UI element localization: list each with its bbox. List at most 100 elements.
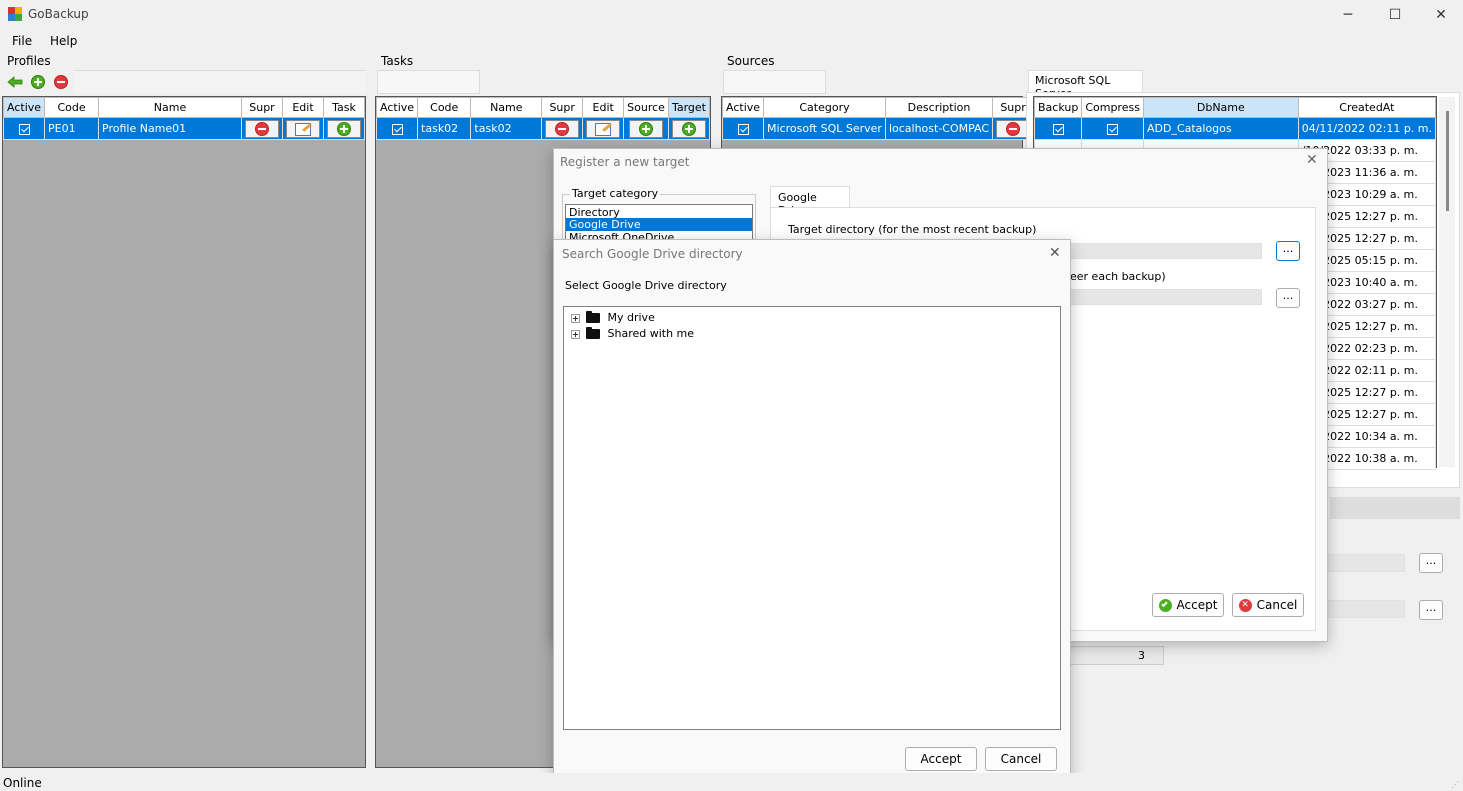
col-active[interactable]: Active bbox=[2, 97, 46, 118]
table-row[interactable]: ADD_Catalogos 04/11/2022 02:11 p. m. bbox=[1033, 117, 1437, 140]
close-button[interactable]: ✕ bbox=[1418, 0, 1463, 30]
col-name[interactable]: Name bbox=[98, 97, 242, 118]
node-label: Shared with me bbox=[607, 327, 695, 340]
task-code: task02 bbox=[417, 117, 472, 140]
add-task-button[interactable] bbox=[327, 119, 361, 138]
folder-icon bbox=[586, 311, 600, 323]
col-backup[interactable]: Backup bbox=[1033, 97, 1083, 118]
delete-button[interactable] bbox=[244, 119, 279, 138]
tree-node-my-drive[interactable]: My drive bbox=[571, 311, 655, 324]
delete-profile-icon[interactable] bbox=[54, 75, 68, 89]
lower-input-2[interactable] bbox=[1328, 600, 1405, 618]
cancel-label: Cancel bbox=[1256, 598, 1298, 612]
add-source-button[interactable] bbox=[629, 119, 664, 138]
lower-browse-button-2[interactable]: ... bbox=[1419, 600, 1443, 620]
target-dir-browse-button[interactable]: ... bbox=[1276, 241, 1300, 261]
minus-icon bbox=[1006, 121, 1021, 136]
window-title: GoBackup bbox=[28, 7, 89, 21]
db-scrollbar[interactable] bbox=[1439, 97, 1455, 467]
search-cancel-button[interactable]: Cancel bbox=[985, 747, 1057, 771]
list-item[interactable]: Google Drive bbox=[566, 218, 752, 231]
active-checkbox[interactable] bbox=[18, 123, 30, 135]
expand-icon[interactable] bbox=[571, 329, 580, 339]
menu-file[interactable]: File bbox=[12, 34, 32, 48]
edit-button[interactable] bbox=[586, 119, 621, 138]
list-item[interactable]: Directory bbox=[566, 205, 752, 219]
table-row[interactable]: task02 task02 bbox=[375, 117, 711, 140]
delete-button[interactable] bbox=[545, 119, 580, 138]
delete-button[interactable] bbox=[996, 119, 1031, 138]
target-dir-label: Target directory (for the most recent ba… bbox=[788, 223, 1037, 236]
active-checkbox[interactable] bbox=[737, 123, 749, 135]
drive-tree[interactable]: My drive Shared with me bbox=[563, 306, 1061, 730]
expand-icon[interactable] bbox=[571, 313, 580, 323]
col-supr[interactable]: Supr bbox=[240, 97, 283, 118]
maximize-button[interactable]: ☐ bbox=[1372, 0, 1418, 30]
check-icon bbox=[1158, 598, 1172, 612]
col-source[interactable]: Source bbox=[623, 97, 669, 118]
lower-tabstrip bbox=[1330, 497, 1460, 519]
target-category-label: Target category bbox=[570, 187, 661, 200]
add-profile-icon[interactable] bbox=[31, 75, 45, 89]
table-row[interactable]: Microsoft SQL Server localhost-COMPAC bbox=[721, 117, 1035, 140]
search-accept-button[interactable]: Accept bbox=[905, 747, 977, 771]
col-supr[interactable]: Supr bbox=[541, 97, 584, 118]
col-name[interactable]: Name bbox=[470, 97, 543, 118]
col-code[interactable]: Code bbox=[417, 97, 472, 118]
col-edit[interactable]: Edit bbox=[281, 97, 325, 118]
col-dbname[interactable]: DbName bbox=[1142, 97, 1299, 118]
col-createdat[interactable]: CreatedAt bbox=[1297, 97, 1437, 118]
col-code[interactable]: Code bbox=[44, 97, 100, 118]
status-text: Online bbox=[3, 776, 42, 790]
add-target-button[interactable] bbox=[671, 119, 706, 138]
tab-google-drive[interactable]: Google Drive bbox=[770, 186, 850, 217]
category-list[interactable]: Directory Google Drive Microsoft OneDriv… bbox=[565, 204, 753, 240]
profiles-grid: Active Code Name Supr Edit Task PE01 Pro… bbox=[2, 96, 366, 768]
register-accept-button[interactable]: Accept bbox=[1152, 593, 1224, 617]
col-task[interactable]: Task bbox=[323, 97, 365, 118]
plus-icon bbox=[681, 121, 696, 136]
backup-checkbox[interactable] bbox=[1052, 123, 1064, 135]
minimize-button[interactable]: ─ bbox=[1325, 0, 1371, 30]
col-active[interactable]: Active bbox=[721, 97, 765, 118]
col-description[interactable]: Description bbox=[884, 97, 994, 118]
tasks-label: Tasks bbox=[381, 54, 414, 68]
profiles-toolbar bbox=[74, 70, 366, 94]
retention-stepper[interactable]: 3 bbox=[1070, 646, 1164, 665]
edit-button[interactable] bbox=[285, 119, 320, 138]
lower-browse-button-1[interactable]: ... bbox=[1419, 553, 1443, 573]
edit-icon bbox=[294, 122, 311, 136]
secondary-dir-browse-button[interactable]: ... bbox=[1276, 288, 1300, 308]
table-row[interactable]: PE01 Profile Name01 bbox=[2, 117, 365, 140]
sources-label: Sources bbox=[727, 54, 775, 68]
col-category[interactable]: Category bbox=[763, 97, 886, 118]
tab-sql-server[interactable]: Microsoft SQL Server bbox=[1028, 70, 1143, 100]
register-close-button[interactable]: ✕ bbox=[1306, 152, 1318, 168]
back-arrow-icon[interactable] bbox=[6, 74, 24, 90]
register-cancel-button[interactable]: ✕ Cancel bbox=[1232, 593, 1304, 617]
secondary-dir-input[interactable] bbox=[1070, 289, 1262, 305]
active-checkbox[interactable] bbox=[391, 123, 403, 135]
tasks-tab[interactable] bbox=[377, 70, 480, 94]
sources-grid: Active Category Description Supr Microso… bbox=[721, 96, 1035, 156]
menu-help[interactable]: Help bbox=[50, 34, 77, 48]
col-active[interactable]: Active bbox=[375, 97, 419, 118]
col-edit[interactable]: Edit bbox=[582, 97, 625, 118]
secondary-dir-label: eer each backup) bbox=[1070, 270, 1166, 283]
target-dir-input[interactable] bbox=[1070, 243, 1262, 259]
plus-icon bbox=[639, 121, 654, 136]
resize-grip-icon[interactable]: ⋰ bbox=[1451, 780, 1459, 789]
status-bar bbox=[0, 773, 1463, 791]
node-label: My drive bbox=[607, 311, 655, 324]
sources-tab[interactable] bbox=[723, 70, 826, 94]
cancel-icon: ✕ bbox=[1238, 598, 1252, 612]
col-compress[interactable]: Compress bbox=[1081, 97, 1144, 118]
folder-icon bbox=[586, 327, 600, 339]
lower-input-1[interactable] bbox=[1328, 554, 1405, 572]
col-target[interactable]: Target bbox=[667, 97, 711, 118]
tree-node-shared[interactable]: Shared with me bbox=[571, 327, 694, 340]
minus-icon bbox=[254, 121, 269, 136]
search-close-button[interactable]: ✕ bbox=[1049, 245, 1061, 261]
register-dialog-title: Register a new target bbox=[560, 155, 690, 169]
compress-checkbox[interactable] bbox=[1107, 123, 1119, 135]
